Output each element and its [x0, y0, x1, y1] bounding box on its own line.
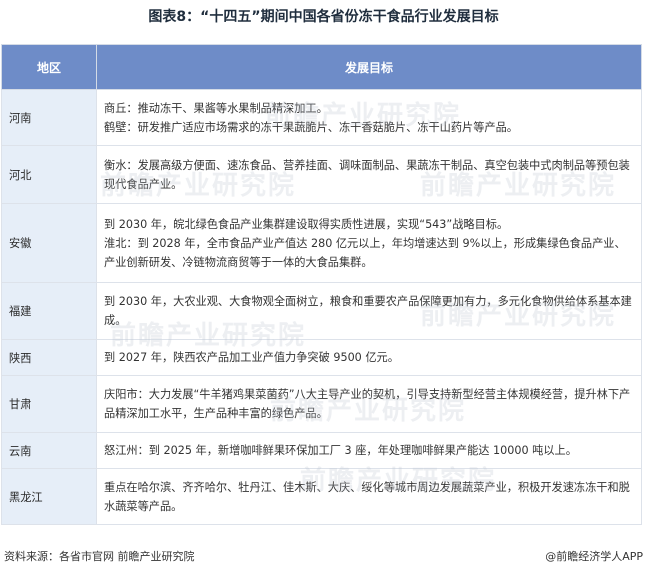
goal-cell: 怒江州：到 2025 年，新增咖啡鲜果环保加工厂 3 座，年处理咖啡鲜果产能达 … [96, 432, 642, 469]
goal-cell: 衡水：发展高级方便面、速冻食品、营养挂面、调味面制品、果蔬冻干制品、真空包装中式… [96, 145, 642, 204]
table-row: 河北 衡水：发展高级方便面、速冻食品、营养挂面、调味面制品、果蔬冻干制品、真空包… [1, 145, 642, 204]
header-goal: 发展目标 [96, 44, 642, 90]
region-cell: 福建 [1, 282, 97, 340]
goal-text: 怒江州：到 2025 年，新增咖啡鲜果环保加工厂 3 座，年处理咖啡鲜果产能达 … [104, 444, 577, 457]
goal-cell: 庆阳市：大力发展“牛羊猪鸡果菜菌药”八大主导产业的契机，引导支持新型经营主体规模… [96, 375, 642, 433]
goal-cell: 到 2030 年，大农业观、大食物观全面树立，粮食和重要农产品保障更加有力，多元… [96, 282, 642, 340]
table-row: 河南 商丘：推动冻干、果酱等水果制品精深加工。 鹤壁：研发推广适应市场需求的冻干… [1, 89, 642, 146]
goal-text: 到 2027 年，陕西农产品加工业产值力争突破 9500 亿元。 [104, 351, 399, 364]
table-header-row: 地区 发展目标 [1, 44, 642, 90]
goal-text: 鹤壁：研发推广适应市场需求的冻干果蔬脆片、冻干香菇脆片、冻干山药片等产品。 [104, 120, 518, 134]
chart-title: 图表8：“十四五”期间中国各省份冻干食品行业发展目标 [148, 9, 499, 25]
goals-table: 地区 发展目标 河南 商丘：推动冻干、果酱等水果制品精深加工。 鹤壁：研发推广适… [1, 44, 642, 525]
goal-cell: 到 2027 年，陕西农产品加工业产值力争突破 9500 亿元。 [96, 339, 642, 376]
goal-text: 淮北：到 2028 年，全市食品产业产值达 280 亿元以上，年均增速达到 9%… [104, 236, 626, 269]
region-cell: 黑龙江 [1, 468, 97, 525]
goal-cell: 重点在哈尔滨、齐齐哈尔、牡丹江、佳木斯、大庆、绥化等城市周边发展蔬菜产业，积极开… [96, 468, 642, 525]
goal-text: 重点在哈尔滨、齐齐哈尔、牡丹江、佳木斯、大庆、绥化等城市周边发展蔬菜产业，积极开… [104, 480, 630, 513]
region-cell: 河北 [1, 145, 97, 204]
table-row: 安徽 到 2030 年，皖北绿色食品产业集群建设取得实质性进展，实现“543”战… [1, 203, 642, 283]
table-row: 甘肃 庆阳市：大力发展“牛羊猪鸡果菜菌药”八大主导产业的契机，引导支持新型经营主… [1, 375, 642, 433]
table-row: 福建 到 2030 年，大农业观、大食物观全面树立，粮食和重要农产品保障更加有力… [1, 282, 642, 340]
goal-text: 衡水：发展高级方便面、速冻食品、营养挂面、调味面制品、果蔬冻干制品、真空包装中式… [104, 158, 630, 191]
goal-text: 庆阳市：大力发展“牛羊猪鸡果菜菌药”八大主导产业的契机，引导支持新型经营主体规模… [104, 388, 631, 420]
header-region: 地区 [1, 44, 97, 90]
goal-cell: 商丘：推动冻干、果酱等水果制品精深加工。 鹤壁：研发推广适应市场需求的冻干果蔬脆… [96, 89, 642, 146]
table-row: 黑龙江 重点在哈尔滨、齐齐哈尔、牡丹江、佳木斯、大庆、绥化等城市周边发展蔬菜产业… [1, 468, 642, 525]
region-cell: 云南 [1, 432, 97, 469]
region-cell: 甘肃 [1, 375, 97, 433]
goal-cell: 到 2030 年，皖北绿色食品产业集群建设取得实质性进展，实现“543”战略目标… [96, 203, 642, 283]
region-cell: 安徽 [1, 203, 97, 283]
table-row: 陕西 到 2027 年，陕西农产品加工业产值力争突破 9500 亿元。 [1, 339, 642, 376]
goal-text: 到 2030 年，大农业观、大食物观全面树立，粮食和重要农产品保障更加有力，多元… [104, 295, 632, 327]
brand-credit: @前瞻经济学人APP [545, 550, 643, 563]
goal-text: 到 2030 年，皖北绿色食品产业集群建设取得实质性进展，实现“543”战略目标… [104, 217, 509, 231]
goal-text: 商丘：推动冻干、果酱等水果制品精深加工。 [104, 101, 328, 115]
region-cell: 陕西 [1, 339, 97, 376]
table-row: 云南 怒江州：到 2025 年，新增咖啡鲜果环保加工厂 3 座，年处理咖啡鲜果产… [1, 432, 642, 469]
source-note: 资料来源：各省市官网 前瞻产业研究院 [4, 550, 195, 563]
region-cell: 河南 [1, 89, 97, 146]
